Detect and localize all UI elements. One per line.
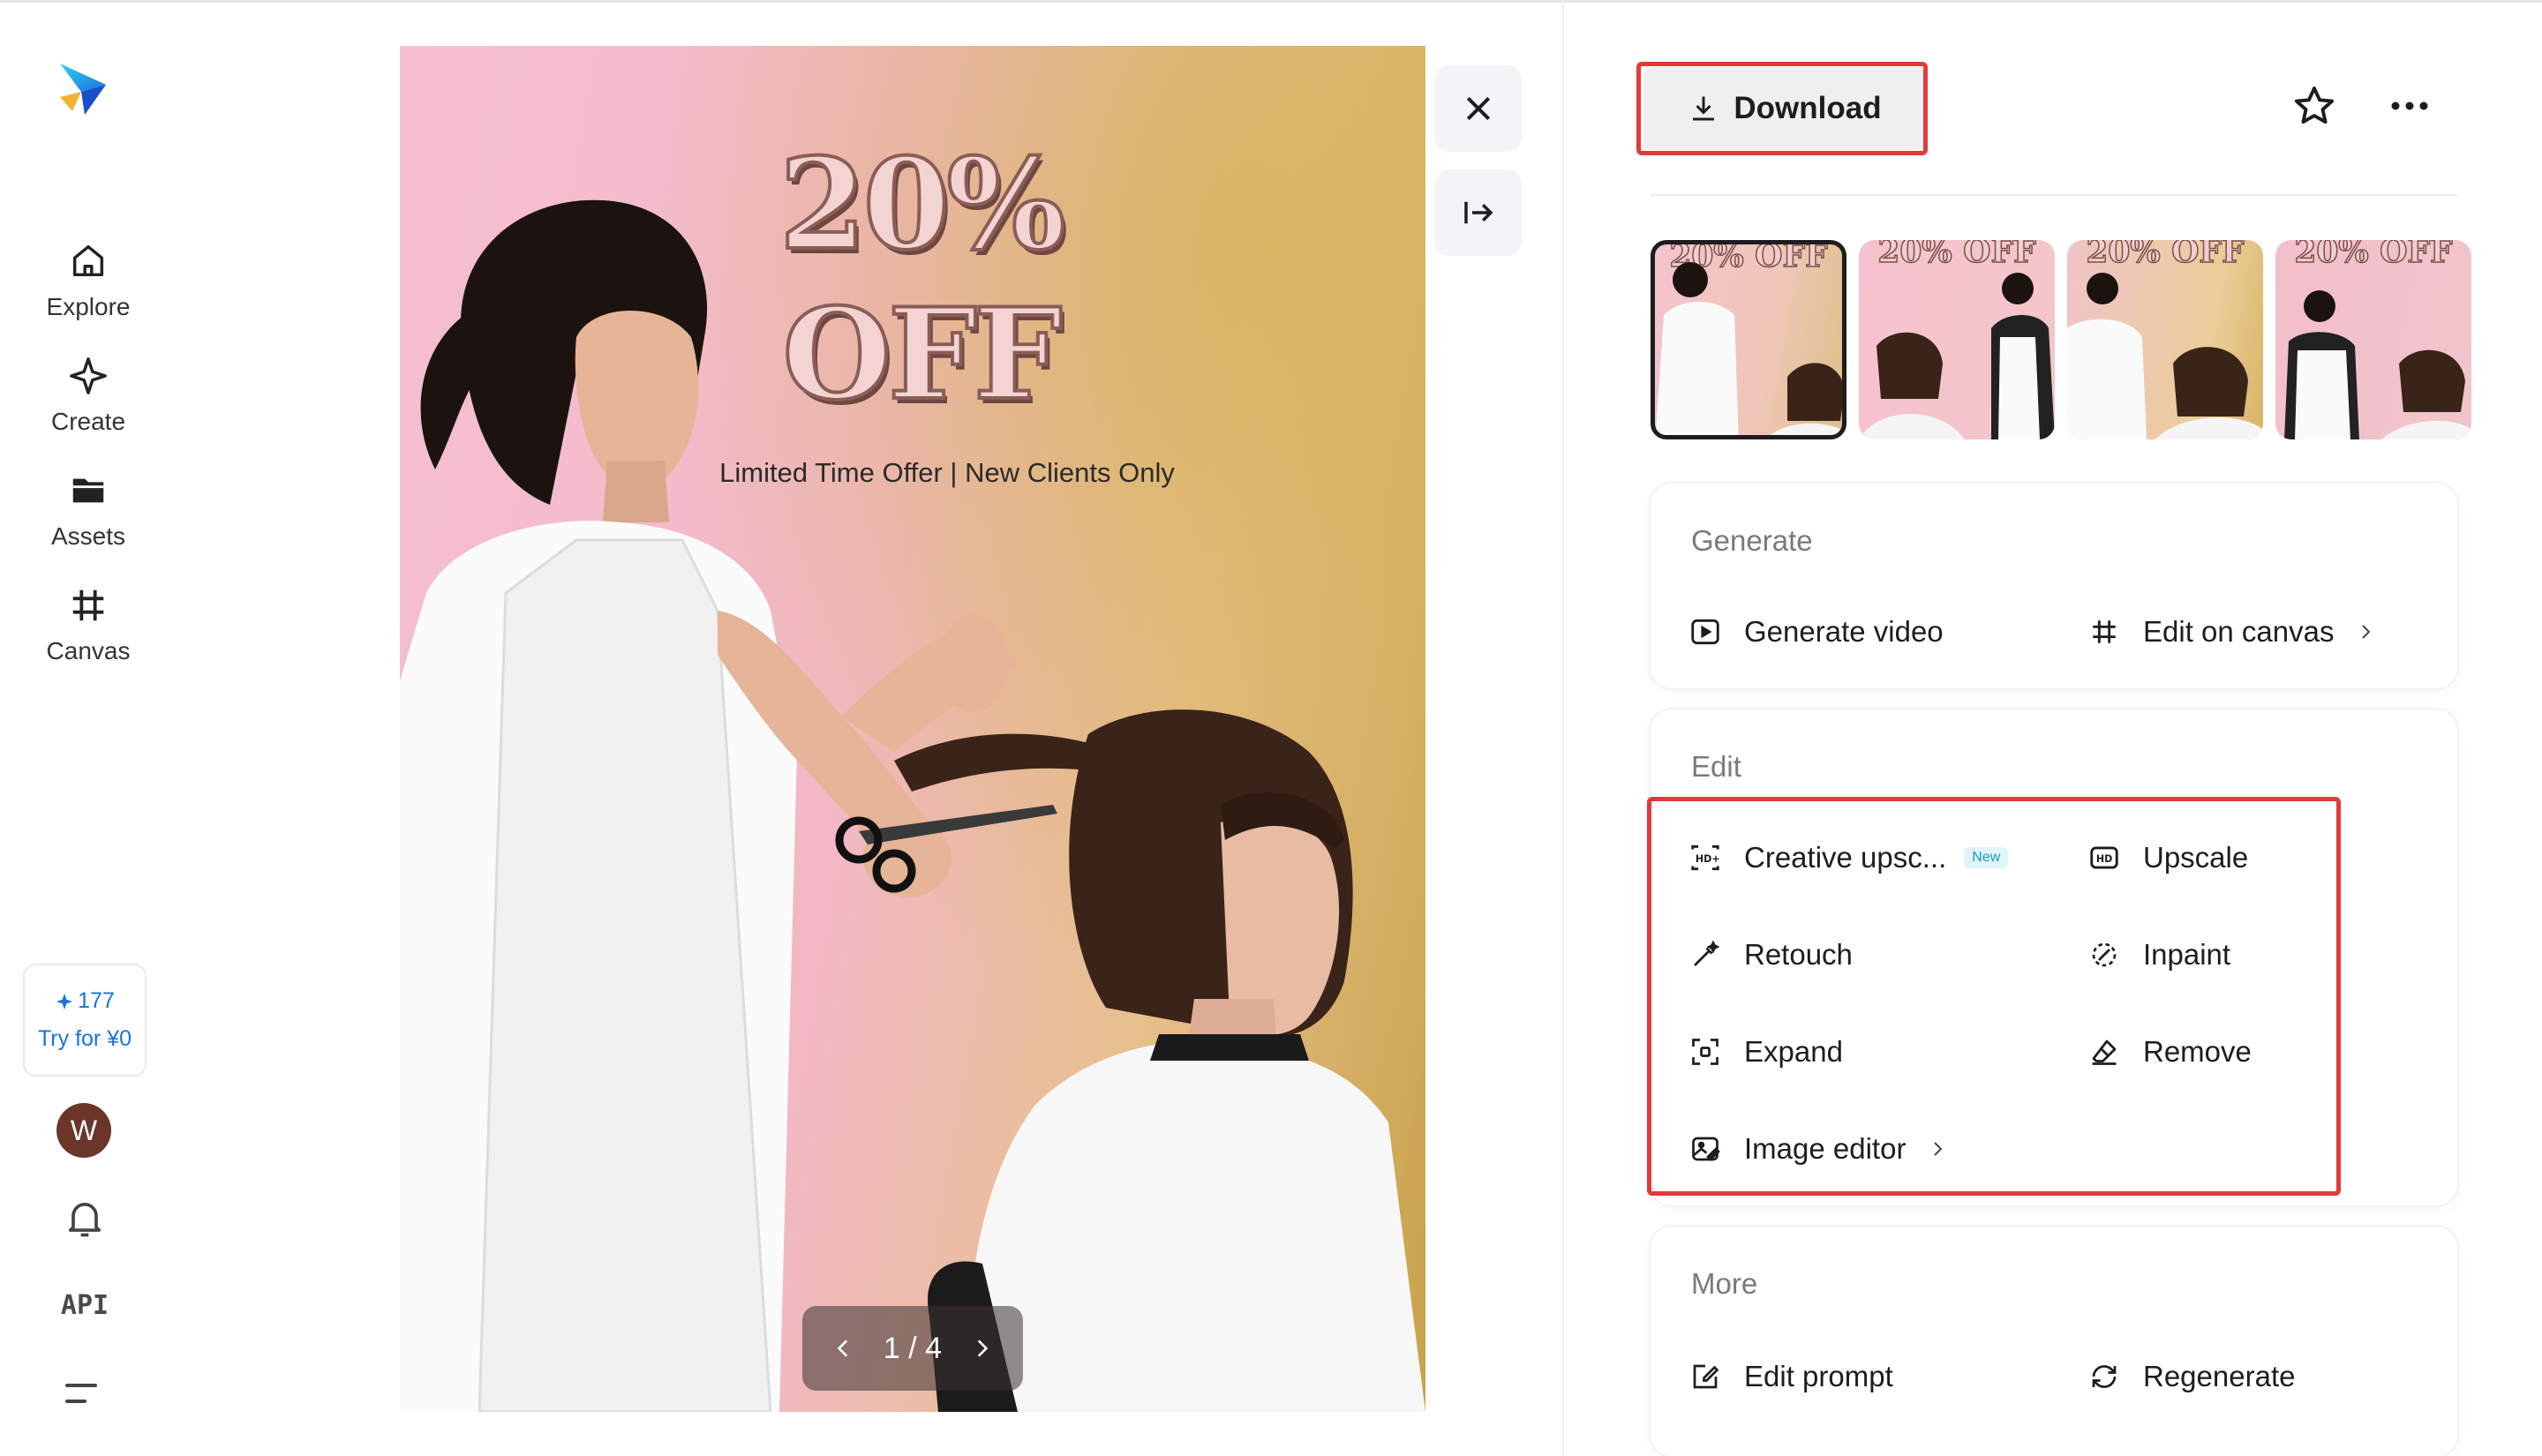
edit-on-canvas-button[interactable]: Edit on canvas — [2087, 614, 2376, 649]
thumbnail-1[interactable]: 20% OFF — [1651, 240, 1846, 439]
top-border — [0, 0, 2542, 3]
pager-prev-button[interactable] — [829, 1333, 859, 1363]
chevron-right-icon — [977, 1340, 989, 1357]
api-link[interactable]: API — [56, 1290, 113, 1321]
try-free-link: Try for ¥0 — [37, 1026, 132, 1051]
page-indicator: 1 / 4 — [883, 1331, 943, 1365]
image-edit-icon — [1688, 1131, 1723, 1167]
promo-subline: Limited Time Offer | New Clients Only — [719, 457, 1175, 488]
menu-icon[interactable] — [65, 1380, 102, 1407]
remove-label: Remove — [2143, 1035, 2252, 1068]
collapse-panel-button[interactable] — [1435, 169, 1522, 256]
credits-count: 177 — [55, 988, 115, 1014]
credits-value: 177 — [78, 988, 115, 1013]
favorite-star-icon[interactable] — [2291, 83, 2337, 129]
app-logo-icon[interactable] — [55, 58, 111, 120]
remove-button[interactable]: Remove — [2087, 1034, 2252, 1069]
expand-button[interactable]: Expand — [1688, 1034, 1843, 1069]
inpaint-label: Inpaint — [2143, 938, 2231, 971]
retouch-label: Retouch — [1744, 938, 1853, 971]
refresh-icon — [2087, 1359, 2122, 1394]
image-editor-button[interactable]: Image editor — [1688, 1131, 1948, 1167]
nav-create-label: Create — [50, 408, 126, 435]
generate-card: Generate Generate video Edit on canvas — [1651, 484, 2457, 688]
thumbnail-4[interactable]: 20% OFF — [2275, 240, 2471, 439]
folder-icon — [65, 468, 111, 514]
generate-title: Generate — [1691, 524, 1813, 557]
more-card: More Edit prompt Regenerate — [1651, 1227, 2457, 1456]
thumbnail-2[interactable]: 20% OFF — [1859, 240, 2055, 439]
download-icon — [1693, 96, 1715, 121]
close-button[interactable] — [1435, 65, 1522, 152]
nav-create[interactable]: Create — [18, 353, 159, 452]
nav-assets-label: Assets — [50, 522, 126, 550]
close-icon — [1466, 96, 1491, 121]
notification-bell-icon[interactable] — [62, 1195, 108, 1241]
thumbnail-3-art — [2067, 273, 2263, 439]
generated-image: 20% OFF Limited Time Offer | New Clients… — [400, 46, 1425, 1412]
nav-canvas[interactable]: Canvas — [18, 582, 159, 681]
crop-grid-icon — [65, 582, 111, 628]
image-pager: 1 / 4 — [802, 1306, 1023, 1391]
thumbnail-1-art — [1655, 262, 1842, 435]
chevron-right-icon — [1934, 1142, 1943, 1156]
generate-video-button[interactable]: Generate video — [1688, 614, 1944, 649]
svg-text:HD+: HD+ — [1696, 853, 1720, 865]
svg-text:HD: HD — [2096, 853, 2112, 865]
variation-thumbnails: 20% OFF 20% OFF 20% OFF 20% OFF — [1651, 240, 2471, 439]
download-label: Download — [1734, 91, 1882, 125]
creative-upscale-button[interactable]: HD+ Creative upsc... New — [1688, 840, 2009, 875]
sparkle-icon — [65, 353, 111, 399]
pager-next-button[interactable] — [966, 1333, 996, 1363]
magic-wand-icon — [1688, 937, 1723, 972]
credit-sparkle-icon — [56, 993, 73, 1009]
edit-card: Edit HD+ Creative upsc... New HD Upscale… — [1651, 709, 2457, 1205]
inpaint-icon — [2087, 937, 2122, 972]
panel-divider — [1562, 0, 1564, 1456]
edit-square-icon — [1688, 1359, 1723, 1394]
image-editor-label: Image editor — [1744, 1132, 1906, 1165]
creative-upscale-label: Creative upsc... — [1744, 841, 1947, 874]
download-button[interactable]: Download — [1643, 67, 1926, 150]
edit-title: Edit — [1691, 750, 1741, 783]
upscale-button[interactable]: HD Upscale — [2087, 840, 2248, 875]
chevron-left-icon — [837, 1340, 848, 1357]
more-options-icon[interactable] — [2388, 92, 2431, 120]
expand-label: Expand — [1744, 1035, 1843, 1068]
retouch-button[interactable]: Retouch — [1688, 937, 1853, 972]
canvas-grid-icon — [2087, 614, 2122, 649]
left-sidebar: Explore Create Assets Canvas 177 Try for… — [0, 0, 177, 1456]
edit-prompt-button[interactable]: Edit prompt — [1688, 1359, 1893, 1394]
more-title: More — [1691, 1267, 1758, 1300]
eraser-icon — [2087, 1034, 2122, 1069]
inpaint-button[interactable]: Inpaint — [2087, 937, 2230, 972]
nav-explore[interactable]: Explore — [18, 238, 159, 337]
avatar[interactable]: W — [56, 1103, 111, 1158]
play-box-icon — [1688, 614, 1723, 649]
promo-headline: 20% OFF — [778, 130, 1068, 430]
generate-video-label: Generate video — [1744, 615, 1944, 648]
arrow-right-bar-icon — [1464, 201, 1493, 224]
upscale-label: Upscale — [2143, 841, 2249, 874]
credits-promo[interactable]: 177 Try for ¥0 — [23, 964, 147, 1077]
regenerate-label: Regenerate — [2143, 1360, 2296, 1392]
expand-frame-icon — [1688, 1034, 1723, 1069]
home-icon — [65, 238, 111, 284]
thumbnail-4-art — [2284, 290, 2471, 439]
nav-explore-label: Explore — [46, 293, 131, 320]
nav-canvas-label: Canvas — [46, 637, 131, 664]
chevron-right-icon — [2362, 625, 2371, 639]
hd-plus-icon: HD+ — [1688, 840, 1723, 875]
thumbnail-3[interactable]: 20% OFF — [2067, 240, 2263, 439]
edit-prompt-label: Edit prompt — [1744, 1360, 1893, 1392]
edit-on-canvas-label: Edit on canvas — [2143, 615, 2335, 648]
thumbnail-2-art — [1859, 273, 2055, 439]
hd-icon: HD — [2087, 840, 2122, 875]
panel-separator — [1651, 194, 2457, 196]
regenerate-button[interactable]: Regenerate — [2087, 1359, 2295, 1394]
new-badge: New — [1964, 847, 2009, 868]
nav-assets[interactable]: Assets — [18, 468, 159, 567]
